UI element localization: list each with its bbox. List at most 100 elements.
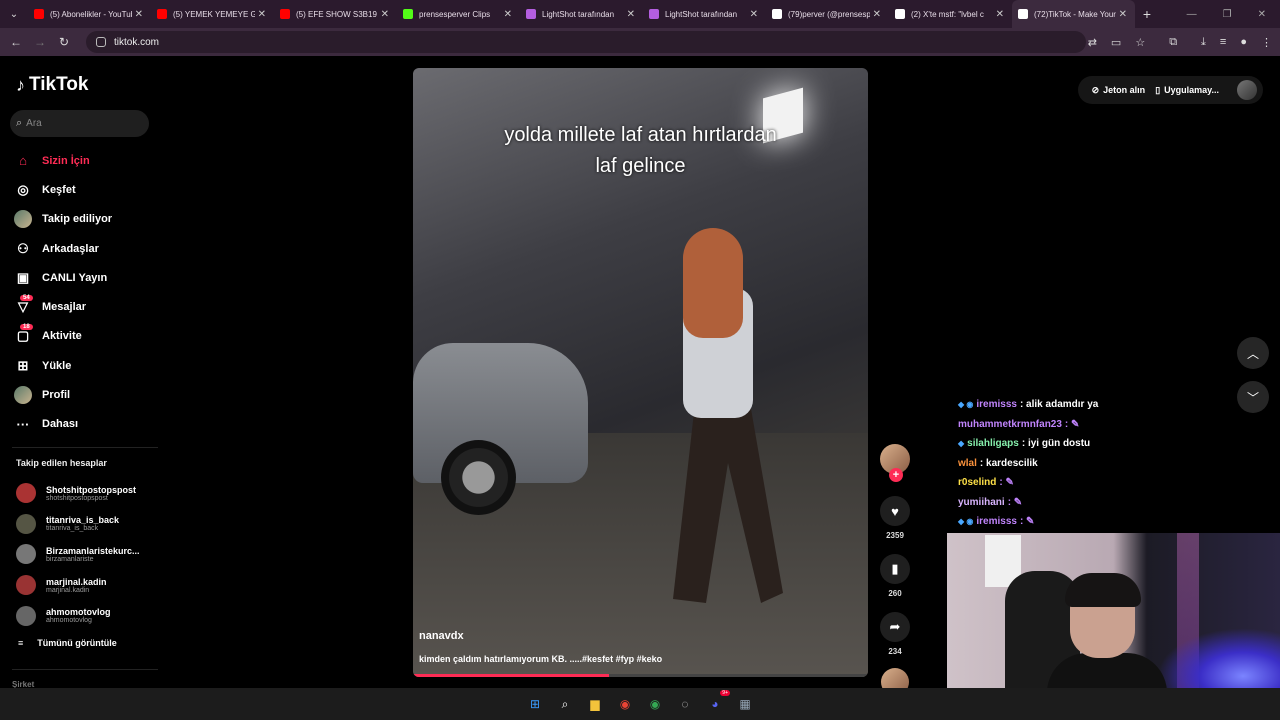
follow-plus-icon[interactable]: + xyxy=(889,468,903,482)
following-account[interactable]: Birzamanlaristekurc... birzamanlariste xyxy=(16,539,161,570)
maximize-icon[interactable]: ❐ xyxy=(1223,9,1232,20)
close-tab-icon[interactable]: ✕ xyxy=(873,9,881,20)
user-avatar[interactable] xyxy=(1237,80,1257,100)
like-button[interactable]: ♥ xyxy=(880,496,910,526)
more-icon: ··· xyxy=(16,416,30,432)
chevron-up-icon: ︿ xyxy=(1246,346,1259,361)
taskbar-glyph: ▆ xyxy=(590,697,600,711)
video-player[interactable]: yolda millete laf atan hırtlardan laf ge… xyxy=(413,68,868,677)
bookmark-star-icon[interactable]: ☆ xyxy=(1135,36,1145,49)
minimize-icon[interactable]: — xyxy=(1187,9,1197,20)
person-pants xyxy=(673,403,783,603)
chrome-icon[interactable]: ◉ xyxy=(644,693,666,715)
tab-title: (5) EFE SHOW S3B19 xyxy=(296,9,377,19)
browser-tab[interactable]: prensesperver Clips ✕ xyxy=(397,0,520,28)
account-handle: ahmomotovlog xyxy=(46,617,92,625)
sidebar-item[interactable]: ▢ 18 Aktivite xyxy=(14,322,164,351)
browser-tab[interactable]: (5) Abonelikler - YouTube ✕ xyxy=(28,0,151,28)
browser-tab[interactable]: LightShot tarafından ✕ xyxy=(643,0,766,28)
close-tab-icon[interactable]: ✕ xyxy=(135,9,143,20)
window-controls: — ❐ ✕ xyxy=(1187,0,1280,28)
close-tab-icon[interactable]: ✕ xyxy=(996,9,1004,20)
following-accounts-list: Shotshitpostopspost shotshitpostopspost ti… xyxy=(16,478,161,631)
following-account[interactable]: ahmomotovlog ahmomotovlog xyxy=(16,600,161,631)
back-icon[interactable]: ← xyxy=(4,35,28,49)
browser-tab[interactable]: (2) X'te mstf: "lvbel c ✕ xyxy=(889,0,1012,28)
menu-kebab-icon[interactable]: ⋮ xyxy=(1261,36,1272,49)
calculator-icon[interactable]: ▦ xyxy=(734,693,756,715)
video-author[interactable]: nanavdx xyxy=(419,630,464,642)
profile-icon[interactable]: ● xyxy=(1240,36,1247,48)
tiktok-logo[interactable]: ♪ TikTok xyxy=(16,74,88,96)
close-tab-icon[interactable]: ✕ xyxy=(627,9,635,20)
sidebar-divider xyxy=(12,447,158,448)
save-button[interactable]: ▮ xyxy=(880,554,910,584)
sidebar-item[interactable]: ▣ CANLI Yayın xyxy=(14,263,164,292)
chrome-icon[interactable]: ◉ xyxy=(614,693,636,715)
taskbar-badge: 9+ xyxy=(720,690,730,696)
url-text: tiktok.com xyxy=(114,36,160,48)
following-account[interactable]: marjinal.kadin marjinal.kadin xyxy=(16,570,161,601)
search-icon[interactable]: ⌕ xyxy=(554,693,576,715)
new-tab-button[interactable]: + xyxy=(1135,6,1159,22)
taskbar-glyph: ▦ xyxy=(739,697,751,711)
search-box[interactable]: ⌕ xyxy=(10,110,149,137)
url-field[interactable]: tiktok.com xyxy=(86,31,1086,53)
chat-username: silahligaps xyxy=(967,438,1019,450)
windows-start-icon[interactable]: ⊞ xyxy=(524,693,546,715)
tiktok-icon xyxy=(1018,9,1028,19)
chat-username: r0selind xyxy=(958,477,997,489)
close-tab-icon[interactable]: ✕ xyxy=(381,9,389,20)
feather-icon xyxy=(526,9,536,19)
reload-icon[interactable]: ↻ xyxy=(52,35,76,49)
taskbar-glyph: ◌ xyxy=(681,697,689,711)
file-explorer-icon[interactable]: ▆ xyxy=(584,693,606,715)
previous-video-button[interactable]: ︿ xyxy=(1237,337,1269,369)
obs-icon[interactable]: ◌ xyxy=(674,693,696,715)
close-tab-icon[interactable]: ✕ xyxy=(750,9,758,20)
browser-tab[interactable]: (5) EFE SHOW S3B19 ✕ xyxy=(274,0,397,28)
sidebar-item[interactable]: ⚇ Arkadaşlar xyxy=(14,234,164,263)
sidebar-item-label: Sizin İçin xyxy=(42,154,90,167)
taskbar-glyph: ◉ xyxy=(619,697,631,711)
see-all-button[interactable]: ≡ Tümünü görüntüle xyxy=(18,638,117,648)
browser-tab[interactable]: LightShot tarafından ✕ xyxy=(520,0,643,28)
forward-icon[interactable]: → xyxy=(28,35,52,49)
share-button[interactable]: ➦ xyxy=(880,612,910,642)
chat-text: : iyi gün dostu xyxy=(1021,438,1091,450)
following-account[interactable]: Shotshitpostopspost shotshitpostopspost xyxy=(16,478,161,509)
sidebar-item[interactable]: Profil xyxy=(14,380,164,409)
video-progress-bar[interactable] xyxy=(413,674,868,677)
get-coins-button[interactable]: ⊘ Jeton alın xyxy=(1088,85,1150,96)
browser-tab[interactable]: (79)perver (@prensesperver)✕ xyxy=(766,0,889,28)
sidebar-item[interactable]: ▽ 54 Mesajlar xyxy=(14,292,164,321)
creator-avatar[interactable]: + xyxy=(880,444,910,482)
browser-tab[interactable]: (72)TikTok - Make Your Day✕ xyxy=(1012,0,1135,28)
site-info-icon[interactable] xyxy=(96,37,106,47)
translate-icon[interactable]: ⇄ xyxy=(1088,36,1097,49)
discord-icon[interactable]: ◕ 9+ xyxy=(704,690,730,715)
close-window-icon[interactable]: ✕ xyxy=(1258,9,1266,20)
extensions-icon[interactable]: ⧉ xyxy=(1169,36,1177,49)
browser-tab[interactable]: (5) YEMEK YEMEYE GİDİYORUZ✕ xyxy=(151,0,274,28)
sidebar-item[interactable]: ⊞ Yükle xyxy=(14,351,164,380)
following-account[interactable]: titanriva_is_back titanriva_is_back xyxy=(16,509,161,540)
cast-icon[interactable]: ▭ xyxy=(1111,36,1121,49)
sidebar-item[interactable]: Takip ediliyor xyxy=(14,205,164,234)
sidebar-item[interactable]: ◎ Keşfet xyxy=(14,175,164,204)
video-car-wheel xyxy=(441,440,516,515)
download-icon[interactable]: ⤓ xyxy=(1201,36,1206,49)
search-input[interactable] xyxy=(26,118,137,129)
tab-search-dropdown-icon[interactable]: ⌄ xyxy=(3,3,25,25)
chat-text: : ✎ xyxy=(999,477,1014,489)
get-app-button[interactable]: ▯ Uygulamay... xyxy=(1151,85,1223,96)
webcam-person-hair xyxy=(1065,573,1141,607)
close-tab-icon[interactable]: ✕ xyxy=(1119,9,1127,20)
reading-list-icon[interactable]: ≡ xyxy=(1220,36,1226,48)
sidebar-item[interactable]: ⌂ Sizin İçin xyxy=(14,146,164,175)
close-tab-icon[interactable]: ✕ xyxy=(504,9,512,20)
sidebar-item[interactable]: ··· Dahası xyxy=(14,410,164,439)
next-video-button[interactable]: ﹀ xyxy=(1237,381,1269,413)
close-tab-icon[interactable]: ✕ xyxy=(258,9,266,20)
video-caption: yolda millete laf atan hırtlardan laf ge… xyxy=(413,120,868,182)
